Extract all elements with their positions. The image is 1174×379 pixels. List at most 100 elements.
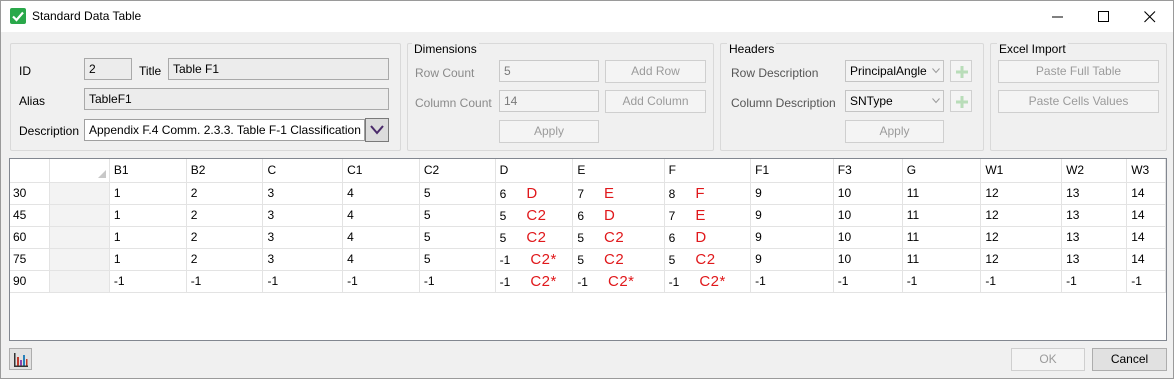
table-cell[interactable]: -1 [262, 270, 344, 293]
table-cell[interactable]: 11 [902, 204, 982, 227]
table-cell[interactable]: 4 [342, 248, 420, 271]
paste-cells-values-button[interactable]: Paste Cells Values [998, 90, 1159, 113]
table-cell[interactable]: 13 [1061, 204, 1128, 227]
column-description-select[interactable]: SNType [845, 90, 944, 112]
table-cell[interactable]: 5 [419, 204, 496, 227]
add-column-button[interactable]: Add Column [605, 90, 706, 113]
table-cell[interactable]: 7E [664, 204, 752, 227]
row-header-pad[interactable] [49, 270, 110, 293]
column-header[interactable]: F3 [833, 159, 903, 183]
column-header[interactable]: B1 [109, 159, 187, 183]
table-cell[interactable]: 5 C2 [495, 226, 574, 249]
table-cell[interactable]: 12 [980, 204, 1063, 227]
table-cell[interactable]: 5 [419, 226, 496, 249]
table-cell[interactable]: 9 [750, 204, 834, 227]
row-header[interactable]: 90 [10, 270, 50, 293]
table-cell[interactable]: 14 [1126, 248, 1166, 271]
table-cell[interactable]: -1 [902, 270, 982, 293]
table-cell[interactable]: 2 [186, 226, 264, 249]
table-cell[interactable]: 10 [833, 204, 903, 227]
column-header[interactable]: W1 [980, 159, 1063, 183]
row-header-pad[interactable] [49, 204, 110, 227]
row-header-pad[interactable] [49, 226, 110, 249]
table-cell[interactable]: 3 [262, 182, 344, 205]
row-header-pad[interactable] [49, 248, 110, 271]
table-cell[interactable]: 3 [262, 248, 344, 271]
table-cell[interactable]: 1 [109, 204, 187, 227]
table-cell[interactable]: 14 [1126, 182, 1166, 205]
table-cell[interactable]: -1 C2* [495, 248, 574, 271]
table-cell[interactable]: 5 [419, 248, 496, 271]
minimize-button[interactable] [1035, 1, 1081, 32]
dimensions-apply-button[interactable]: Apply [499, 120, 599, 143]
table-cell[interactable]: 5 [419, 182, 496, 205]
table-cell[interactable]: 14 [1126, 226, 1166, 249]
table-cell[interactable]: 5 C2 [495, 204, 574, 227]
alias-field[interactable]: TableF1 [84, 88, 389, 110]
column-header[interactable]: W3 [1126, 159, 1166, 183]
column-header[interactable]: B2 [186, 159, 264, 183]
table-cell[interactable]: 10 [833, 226, 903, 249]
table-cell[interactable]: 2 [186, 204, 264, 227]
table-cell[interactable]: -1 [1061, 270, 1128, 293]
table-cell[interactable]: 9 [750, 182, 834, 205]
add-row-button[interactable]: Add Row [605, 60, 706, 83]
table-cell[interactable]: -1 [833, 270, 903, 293]
table-cell[interactable]: -1 C2* [495, 270, 574, 293]
table-cell[interactable]: 6D [572, 204, 665, 227]
close-button[interactable] [1127, 1, 1173, 32]
table-cell[interactable]: 8F [664, 182, 752, 205]
cancel-button[interactable]: Cancel [1092, 348, 1167, 371]
column-header[interactable]: F1 [750, 159, 834, 183]
column-header[interactable]: C1 [342, 159, 420, 183]
table-cell[interactable]: 10 [833, 248, 903, 271]
row-count-field[interactable]: 5 [499, 60, 599, 82]
row-description-select[interactable]: PrincipalAngle [845, 60, 944, 82]
column-header[interactable]: D [495, 159, 574, 183]
table-cell[interactable]: 11 [902, 248, 982, 271]
table-cell[interactable]: 10 [833, 182, 903, 205]
row-header[interactable]: 60 [10, 226, 50, 249]
table-cell[interactable]: -1 [109, 270, 187, 293]
table-cell[interactable]: 12 [980, 182, 1063, 205]
ok-button[interactable]: OK [1011, 348, 1085, 371]
description-field[interactable]: Appendix F.4 Comm. 2.3.3. Table F-1 Clas… [84, 119, 365, 141]
table-cell[interactable]: 3 [262, 226, 344, 249]
column-header[interactable]: E [572, 159, 665, 183]
table-cell[interactable]: -1 [750, 270, 834, 293]
table-cell[interactable]: 13 [1061, 226, 1128, 249]
row-header[interactable]: 75 [10, 248, 50, 271]
column-header[interactable]: C [262, 159, 344, 183]
table-cell[interactable]: 6D [664, 226, 752, 249]
table-cell[interactable]: 2 [186, 248, 264, 271]
table-cell[interactable]: 12 [980, 248, 1063, 271]
maximize-button[interactable] [1081, 1, 1127, 32]
table-cell[interactable]: 2 [186, 182, 264, 205]
column-header[interactable]: W2 [1061, 159, 1128, 183]
table-cell[interactable]: 6D [495, 182, 574, 205]
table-cell[interactable]: 1 [109, 182, 187, 205]
row-header-pad[interactable] [49, 182, 110, 205]
row-header[interactable]: 30 [10, 182, 50, 205]
table-cell[interactable]: -1 [342, 270, 420, 293]
table-cell[interactable]: 11 [902, 182, 982, 205]
table-cell[interactable]: -1 [186, 270, 264, 293]
table-cell[interactable]: 11 [902, 226, 982, 249]
table-cell[interactable]: -1 [419, 270, 496, 293]
table-cell[interactable]: 4 [342, 226, 420, 249]
table-cell[interactable]: 7E [572, 182, 665, 205]
table-cell[interactable]: -1 C2* [664, 270, 752, 293]
column-header[interactable]: G [902, 159, 982, 183]
table-cell[interactable]: 9 [750, 248, 834, 271]
column-count-field[interactable]: 14 [499, 90, 599, 112]
column-header[interactable]: F [664, 159, 752, 183]
data-grid[interactable]: B1 B2 C C1 C2 D E F F1 F3 G W1 W2 W3 30 1 2 3 4 5 6 D 7 E 8 F 9 10… [9, 158, 1167, 341]
table-cell[interactable]: -1 C2* [572, 270, 665, 293]
table-cell[interactable]: 1 [109, 248, 187, 271]
table-cell[interactable]: 4 [342, 204, 420, 227]
chart-button[interactable] [9, 348, 32, 370]
table-cell[interactable]: 13 [1061, 182, 1128, 205]
description-dropdown-button[interactable] [365, 118, 389, 142]
table-cell[interactable]: 13 [1061, 248, 1128, 271]
row-header[interactable]: 45 [10, 204, 50, 227]
